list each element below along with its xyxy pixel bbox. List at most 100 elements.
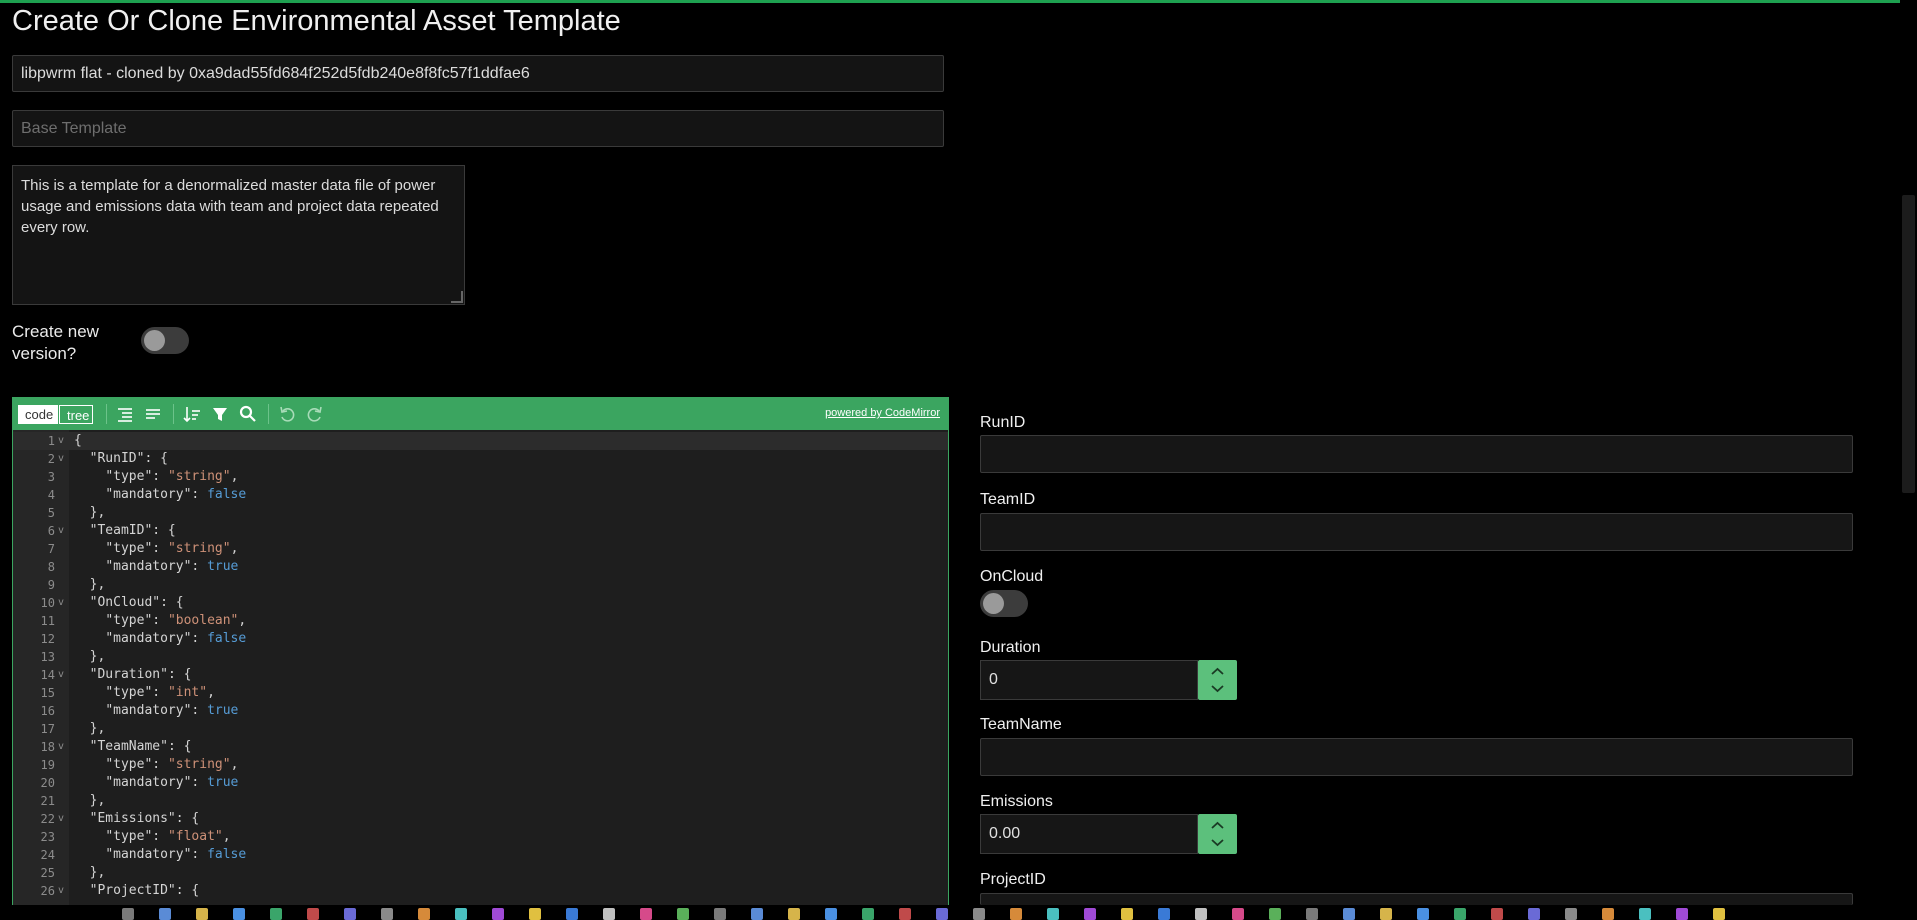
scrollbar-thumb[interactable]: [1902, 195, 1915, 493]
taskbar-app-icon[interactable]: [714, 908, 726, 920]
taskbar-app-icon[interactable]: [825, 908, 837, 920]
taskbar-app-icon[interactable]: [1454, 908, 1466, 920]
format-json-icon[interactable]: [113, 402, 137, 426]
code-line[interactable]: 26 v "ProjectID": {: [13, 882, 948, 900]
taskbar-app-icon[interactable]: [1528, 908, 1540, 920]
code-line[interactable]: 19 "type": "string",: [13, 756, 948, 774]
create-new-version-toggle[interactable]: [141, 327, 189, 354]
code-line[interactable]: 7 "type": "string",: [13, 540, 948, 558]
taskbar-app-icon[interactable]: [233, 908, 245, 920]
code-line[interactable]: 5 },: [13, 504, 948, 522]
taskbar-app-icon[interactable]: [751, 908, 763, 920]
code-line[interactable]: 8 "mandatory": true: [13, 558, 948, 576]
fold-chevron-icon[interactable]: v: [58, 432, 64, 450]
page-scrollbar[interactable]: [1900, 0, 1917, 920]
taskbar-app-icon[interactable]: [492, 908, 504, 920]
duration-stepper[interactable]: [1198, 660, 1237, 700]
taskbar-app-icon[interactable]: [603, 908, 615, 920]
taskbar-app-icon[interactable]: [1343, 908, 1355, 920]
projectid-input[interactable]: [980, 893, 1853, 905]
taskbar-app-icon[interactable]: [1676, 908, 1688, 920]
powered-by-link[interactable]: powered by CodeMirror: [825, 407, 940, 419]
taskbar-app-icon[interactable]: [566, 908, 578, 920]
taskbar-app-icon[interactable]: [973, 908, 985, 920]
fold-chevron-icon[interactable]: v: [58, 882, 64, 900]
code-line[interactable]: 15 "type": "int",: [13, 684, 948, 702]
code-line[interactable]: 14 v "Duration": {: [13, 666, 948, 684]
taskbar-app-icon[interactable]: [1380, 908, 1392, 920]
code-line[interactable]: 4 "mandatory": false: [13, 486, 948, 504]
emissions-input[interactable]: 0.00: [980, 814, 1198, 854]
fold-chevron-icon[interactable]: v: [58, 522, 64, 540]
taskbar-app-icon[interactable]: [862, 908, 874, 920]
taskbar-app-icon[interactable]: [677, 908, 689, 920]
taskbar-app-icon[interactable]: [1047, 908, 1059, 920]
taskbar-app-icon[interactable]: [1010, 908, 1022, 920]
taskbar-app-icon[interactable]: [1417, 908, 1429, 920]
code-line[interactable]: 9 },: [13, 576, 948, 594]
code-line[interactable]: 16 "mandatory": true: [13, 702, 948, 720]
taskbar-app-icon[interactable]: [936, 908, 948, 920]
mode-code-button[interactable]: code: [18, 405, 58, 424]
fold-chevron-icon[interactable]: v: [58, 450, 64, 468]
description-textarea[interactable]: This is a template for a denormalized ma…: [12, 165, 465, 305]
duration-input[interactable]: 0: [980, 660, 1198, 700]
taskbar-app-icon[interactable]: [455, 908, 467, 920]
code-line[interactable]: 6v "TeamID": {: [13, 522, 948, 540]
code-line[interactable]: 10 v "OnCloud": {: [13, 594, 948, 612]
taskbar-app-icon[interactable]: [1491, 908, 1503, 920]
emissions-stepper[interactable]: [1198, 814, 1237, 854]
taskbar-app-icon[interactable]: [196, 908, 208, 920]
code-line[interactable]: 24 "mandatory": false: [13, 846, 948, 864]
taskbar-app-icon[interactable]: [344, 908, 356, 920]
code-line[interactable]: 13 },: [13, 648, 948, 666]
taskbar-app-icon[interactable]: [1195, 908, 1207, 920]
code-line[interactable]: 3 "type": "string",: [13, 468, 948, 486]
oncloud-toggle[interactable]: [980, 590, 1028, 617]
taskbar-app-icon[interactable]: [640, 908, 652, 920]
taskbar-app-icon[interactable]: [899, 908, 911, 920]
teamname-input[interactable]: [980, 738, 1853, 776]
code-line[interactable]: 22 v "Emissions": {: [13, 810, 948, 828]
runid-input[interactable]: [980, 435, 1853, 473]
mode-tree-button[interactable]: tree: [59, 405, 93, 424]
resize-handle[interactable]: [451, 291, 463, 303]
taskbar-app-icon[interactable]: [788, 908, 800, 920]
taskbar-app-icon[interactable]: [307, 908, 319, 920]
fold-chevron-icon[interactable]: v: [58, 738, 64, 756]
taskbar-app-icon[interactable]: [159, 908, 171, 920]
search-icon[interactable]: [236, 402, 260, 426]
taskbar-app-icon[interactable]: [122, 908, 134, 920]
taskbar-app-icon[interactable]: [1565, 908, 1577, 920]
code-line[interactable]: 1 v {: [13, 432, 948, 450]
code-line[interactable]: 20 "mandatory": true: [13, 774, 948, 792]
code-line[interactable]: 12 "mandatory": false: [13, 630, 948, 648]
code-line[interactable]: 2v "RunID": {: [13, 450, 948, 468]
code-line[interactable]: 25 },: [13, 864, 948, 882]
base-template-input[interactable]: Base Template: [12, 110, 944, 147]
taskbar-app-icon[interactable]: [381, 908, 393, 920]
template-name-input[interactable]: libpwrm flat - cloned by 0xa9dad55fd684f…: [12, 55, 944, 92]
fold-chevron-icon[interactable]: v: [58, 810, 64, 828]
taskbar-app-icon[interactable]: [270, 908, 282, 920]
code-line[interactable]: 23 "type": "float",: [13, 828, 948, 846]
taskbar-app-icon[interactable]: [1713, 908, 1725, 920]
code-line[interactable]: 21 },: [13, 792, 948, 810]
json-editor[interactable]: code tree powered by CodeMirror 1 v{2 v "R…: [12, 397, 949, 920]
taskbar-app-icon[interactable]: [1158, 908, 1170, 920]
code-line[interactable]: 17 },: [13, 720, 948, 738]
taskbar-app-icon[interactable]: [1232, 908, 1244, 920]
filter-icon[interactable]: [208, 402, 232, 426]
code-area[interactable]: 1 v{2 v "RunID": {3 "type": "string", 4 "ma…: [13, 430, 948, 919]
code-line[interactable]: 11 "type": "boolean",: [13, 612, 948, 630]
taskbar-app-icon[interactable]: [1639, 908, 1651, 920]
fold-chevron-icon[interactable]: v: [58, 666, 64, 684]
compact-json-icon[interactable]: [141, 402, 165, 426]
teamid-input[interactable]: [980, 513, 1853, 551]
redo-icon[interactable]: [303, 402, 327, 426]
sort-icon[interactable]: [180, 402, 204, 426]
taskbar-app-icon[interactable]: [1269, 908, 1281, 920]
taskbar-app-icon[interactable]: [1306, 908, 1318, 920]
taskbar-app-icon[interactable]: [1121, 908, 1133, 920]
taskbar-app-icon[interactable]: [1602, 908, 1614, 920]
